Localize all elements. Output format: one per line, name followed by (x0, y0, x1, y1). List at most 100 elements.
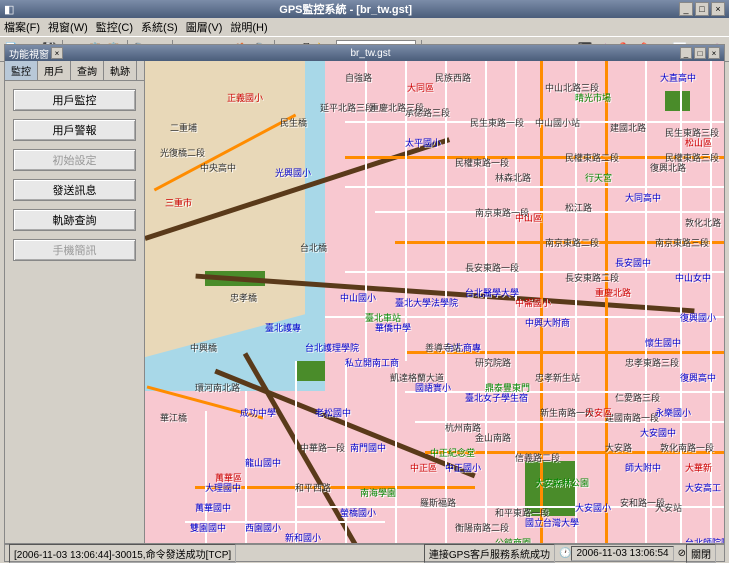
map-label: 大華新 (685, 461, 712, 474)
sidebar: 監控用戶查詢軌跡 用戶監控用戶警報初始設定發送訊息軌跡查詢手機簡訊 (5, 61, 145, 543)
sidebar-button-2: 初始設定 (13, 149, 136, 171)
map-label: 中山女中 (675, 271, 711, 284)
map-label: 中興橋 (190, 341, 217, 354)
map-label: 臺北大學法學院 (395, 296, 458, 309)
map-label: 太平國小 (405, 136, 441, 149)
content-area: 監控用戶查詢軌跡 用戶監控用戶警報初始設定發送訊息軌跡查詢手機簡訊 (5, 61, 724, 543)
map-label: 和平西路 (295, 481, 331, 494)
map-label: 晴光市場 (575, 91, 611, 104)
map-label: 大安高工 (685, 481, 721, 494)
tab-1[interactable]: 用戶 (38, 61, 71, 80)
park (295, 361, 325, 381)
map-label: 自強路 (345, 71, 372, 84)
menu-system[interactable]: 系統(S) (141, 19, 178, 35)
map-label: 二重埔 (170, 121, 197, 134)
map-label: 台北師院附小 (685, 536, 724, 543)
map-label: 光興國小 (275, 166, 311, 179)
map-label: 長安東路一段 (465, 261, 519, 274)
map-label: 台北護理學院 (305, 341, 359, 354)
map-label: 中正區 (410, 461, 437, 474)
panel-close-button[interactable]: × (51, 47, 63, 59)
map-label: 台北醫學大學 (465, 286, 519, 299)
sidebar-button-4[interactable]: 軌跡查詢 (13, 209, 136, 231)
map-label: 衡陽南路二段 (455, 521, 509, 534)
map-label: 中華路一段 (300, 441, 345, 454)
menu-file[interactable]: 檔案(F) (4, 19, 40, 35)
menu-help[interactable]: 說明(H) (230, 19, 267, 35)
road (605, 61, 608, 543)
map-label: 南京東路二段 (545, 236, 599, 249)
map-label: 杭州南路 (445, 421, 481, 434)
map-label: 中興大附商 (525, 316, 570, 329)
status-time: 2006-11-03 13:06:54 (571, 546, 673, 561)
sub-minimize-button[interactable]: _ (680, 47, 692, 59)
map-label: 公館商圈 (495, 536, 531, 543)
close-button[interactable]: × (711, 2, 725, 16)
map-label: 臺北車站 (365, 311, 401, 324)
map-viewport[interactable]: 自強路正義國小太平國小大同區光興國小三重市中央高中台北護理學院延平北路三段民權東… (145, 61, 724, 543)
status-close[interactable]: 關閉 (686, 544, 716, 563)
status-connection: 連接GPS客戶服務系統成功 (424, 544, 555, 563)
map-label: 中山國小 (340, 291, 376, 304)
titlebar: ◧ GPS監控系統 - [br_tw.gst] _ □ × (0, 0, 729, 18)
map-label: 民權東路二段 (565, 151, 619, 164)
map-label: 大安站 (655, 501, 682, 514)
map-label: 永樂國小 (655, 406, 691, 419)
map-label: 西園國小 (245, 521, 281, 534)
map-label: 成功中學 (240, 406, 276, 419)
map-label: 松江路 (565, 201, 592, 214)
map-label: 重慶北路三段 (370, 101, 424, 114)
map-label: 忠孝東路三段 (625, 356, 679, 369)
sub-maximize-button[interactable]: □ (694, 47, 706, 59)
maximize-button[interactable]: □ (695, 2, 709, 16)
map-label: 重慶北路 (595, 286, 631, 299)
map-label: 仁愛路三段 (615, 391, 660, 404)
sidebar-tabs: 監控用戶查詢軌跡 (5, 61, 144, 81)
close-icon: ⊘ (678, 548, 686, 559)
map-label: 師大附中 (625, 461, 661, 474)
sub-close-button[interactable]: × (708, 47, 720, 59)
map-label: 龍山國中 (245, 456, 281, 469)
map-label: 民生東路一段 (470, 116, 524, 129)
map-label: 復興北路 (650, 161, 686, 174)
minimize-button[interactable]: _ (679, 2, 693, 16)
app-icon: ◧ (4, 3, 14, 16)
map-label: 臺北女子學生宿 (465, 391, 528, 404)
street (295, 361, 297, 543)
map-label: 羅斯福路 (420, 496, 456, 509)
map-label: 私立開南工商 (345, 356, 399, 369)
map-label: 民權東路一段 (455, 156, 509, 169)
sidebar-button-3[interactable]: 發送訊息 (13, 179, 136, 201)
tab-3[interactable]: 軌跡 (104, 61, 137, 80)
panel-title: 功能視窗 (9, 46, 49, 61)
map-label: 復興高中 (680, 371, 716, 384)
map-label: 老松國中 (315, 406, 351, 419)
map-label: 復興國小 (680, 311, 716, 324)
map-label: 松山區 (685, 136, 712, 149)
map-label: 大同區 (407, 81, 434, 94)
map-label: 大直高中 (660, 71, 696, 84)
sidebar-button-1[interactable]: 用戶警報 (13, 119, 136, 141)
street (575, 61, 577, 543)
map-label: 中央高中 (200, 161, 236, 174)
map-label: 中正紀念堂 (430, 446, 475, 459)
map-label: 凱達格蘭大道 (390, 371, 444, 384)
menu-layer[interactable]: 圖層(V) (186, 19, 223, 35)
map-label: 大安區 (585, 406, 612, 419)
tab-0[interactable]: 監控 (5, 61, 38, 80)
map-label: 中山國小站 (535, 116, 580, 129)
map-label: 中正國小 (445, 461, 481, 474)
menu-window[interactable]: 視窗(W) (48, 19, 88, 35)
map-label: 大理國中 (205, 481, 241, 494)
statusbar: [2006-11-03 13:06:44]-30015,命令發送成功[TCP] … (4, 544, 725, 562)
map-label: 忠孝橋 (230, 291, 257, 304)
menu-monitor[interactable]: 監控(C) (96, 19, 133, 35)
map-label: 建國南路一段 (605, 411, 659, 424)
map-label: 螢橋國小 (340, 506, 376, 519)
map-label: 大安國小 (575, 501, 611, 514)
sidebar-button-0[interactable]: 用戶監控 (13, 89, 136, 111)
map-label: 中山區 (515, 211, 542, 224)
document-title: br_tw.gst (63, 48, 678, 59)
tab-2[interactable]: 查詢 (71, 61, 104, 80)
map-label: 大安森林公園 (535, 476, 589, 489)
